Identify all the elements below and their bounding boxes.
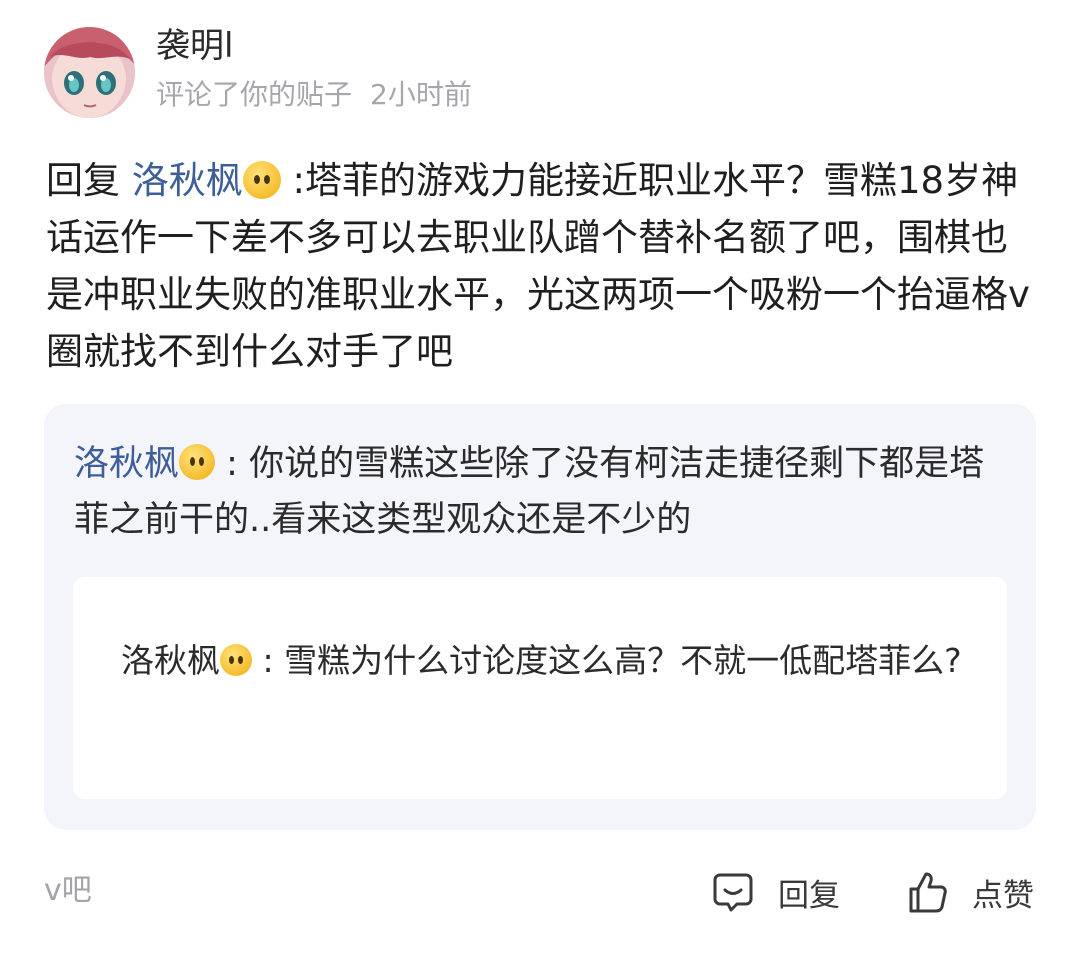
reply-prefix: 回复 — [46, 159, 132, 202]
nested-separator: : — [252, 641, 285, 680]
username[interactable]: 袭明l — [156, 26, 233, 66]
quote-content: 洛秋枫 : 你说的雪糕这些除了没有柯洁走捷径剩下都是塔菲之前干的..看来这类型观… — [74, 436, 1014, 548]
expressionless-emoji-icon — [242, 161, 281, 199]
avatar[interactable] — [44, 27, 135, 118]
reply-separator: : — [280, 159, 305, 202]
quote-mention-link[interactable]: 洛秋枫 — [74, 444, 179, 484]
reply-button[interactable]: 回复 — [712, 866, 840, 918]
anime-avatar-icon — [44, 27, 135, 118]
mention-link[interactable]: 洛秋枫 — [132, 159, 243, 202]
comment-meta: 评论了你的贴子 2小时前 — [156, 77, 472, 113]
nested-quote[interactable]: 洛秋枫 : 雪糕为什么讨论度这么高？不就一低配塔菲么? — [73, 577, 1007, 799]
quote-separator: : — [215, 444, 250, 484]
reply-content[interactable]: 回复 洛秋枫 :塔菲的游戏力能接近职业水平？雪糕18岁神话运作一下差不多可以去职… — [46, 152, 1036, 380]
expressionless-emoji-icon — [220, 644, 252, 676]
comment-bubble-icon — [713, 873, 753, 912]
nested-quote-content: 洛秋枫 : 雪糕为什么讨论度这么高？不就一低配塔菲么? — [121, 633, 981, 689]
like-button[interactable]: 点赞 — [908, 866, 1034, 918]
like-label: 点赞 — [972, 877, 1034, 914]
thumbs-up-icon — [909, 872, 947, 913]
action-text: 评论了你的贴子 — [156, 78, 353, 111]
reply-label: 回复 — [778, 877, 840, 914]
forum-name[interactable]: v吧 — [44, 871, 92, 911]
nested-mention[interactable]: 洛秋枫 — [121, 641, 220, 680]
expressionless-emoji-icon — [179, 444, 216, 480]
quoted-comment[interactable]: 洛秋枫 : 你说的雪糕这些除了没有柯洁走捷径剩下都是塔菲之前干的..看来这类型观… — [44, 404, 1036, 830]
nested-quote-text: 雪糕为什么讨论度这么高？不就一低配塔菲么? — [284, 641, 962, 680]
timestamp: 2小时前 — [370, 78, 472, 111]
